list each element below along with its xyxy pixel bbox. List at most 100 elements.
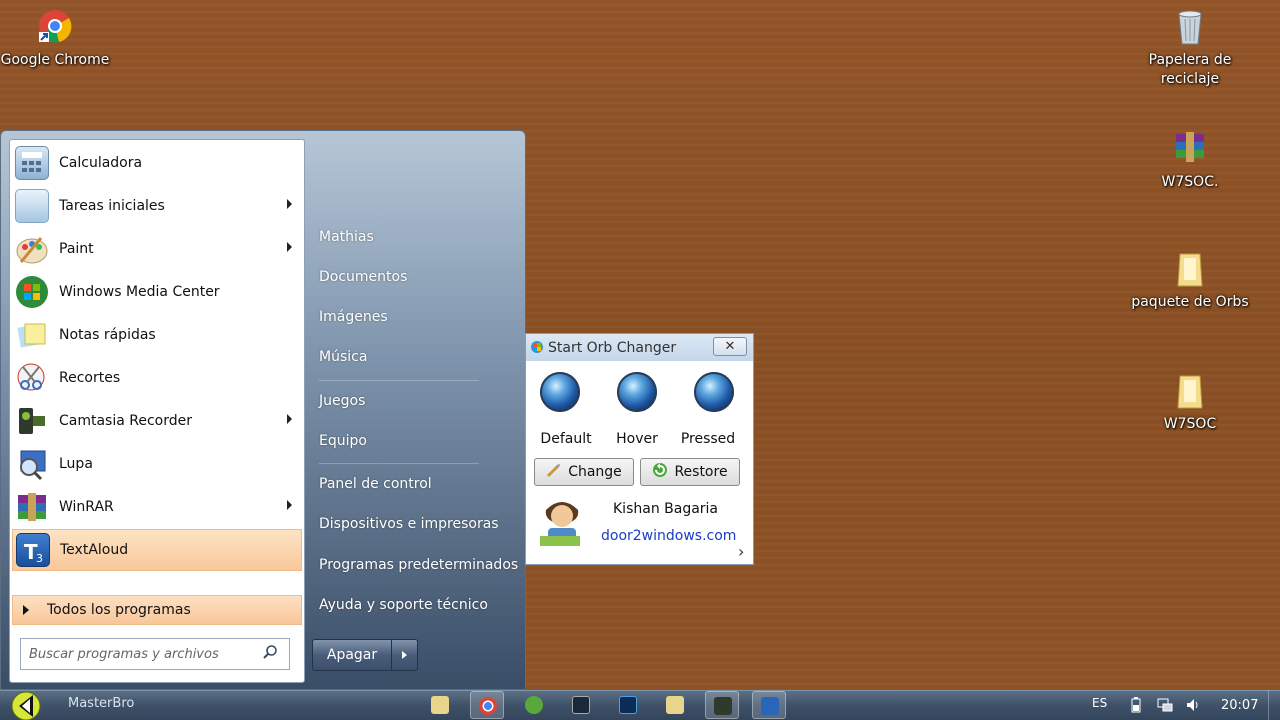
restore-label: Restore xyxy=(674,464,728,480)
restore-button[interactable]: Restore xyxy=(640,458,740,486)
link-juegos[interactable]: Juegos xyxy=(319,393,365,409)
shutdown-options-arrow-icon[interactable] xyxy=(392,639,418,671)
all-programs-label: Todos los programas xyxy=(47,602,191,618)
program-notas-rapidas[interactable]: Notas rápidas xyxy=(12,314,302,356)
orb-hover-preview[interactable] xyxy=(617,372,657,412)
taskbar-folder[interactable] xyxy=(658,691,692,719)
window-titlebar[interactable]: Start Orb Changer ✕ xyxy=(526,334,753,361)
taskbar-textaloud[interactable] xyxy=(752,691,786,719)
link-user-folder[interactable]: Mathias xyxy=(319,229,374,245)
link-equipo[interactable]: Equipo xyxy=(319,433,367,449)
all-programs-button[interactable]: Todos los programas xyxy=(12,595,302,625)
submenu-arrow-icon[interactable] xyxy=(287,199,292,209)
camtasia-icon xyxy=(714,697,732,715)
chrome-icon xyxy=(479,697,497,715)
show-desktop-button[interactable] xyxy=(1268,690,1280,720)
search-icon[interactable] xyxy=(262,644,278,664)
calculator-icon xyxy=(15,146,49,180)
change-button[interactable]: Change xyxy=(534,458,634,486)
desktop-icon-paquete-orbs[interactable]: paquete de Orbs xyxy=(1130,250,1250,312)
program-label: Tareas iniciales xyxy=(59,198,165,214)
textaloud-icon: T3 xyxy=(16,533,50,567)
shutdown-button[interactable]: Apagar xyxy=(312,639,392,671)
camtasia-icon xyxy=(15,404,49,438)
orb-default-preview[interactable] xyxy=(540,372,580,412)
taskbar-camtasia[interactable] xyxy=(705,691,739,719)
start-menu: Calculadora Tareas iniciales Paint Windo… xyxy=(0,130,526,690)
link-dispositivos-impresoras[interactable]: Dispositivos e impresoras xyxy=(319,516,499,532)
getting-started-icon xyxy=(15,189,49,223)
program-paint[interactable]: Paint xyxy=(12,228,302,270)
taskbar-utorrent[interactable] xyxy=(517,691,551,719)
photoshop-icon xyxy=(619,696,637,714)
folder-icon xyxy=(1172,372,1208,412)
recycle-bin-icon xyxy=(1172,8,1208,48)
start-button[interactable] xyxy=(6,686,46,720)
program-lupa[interactable]: Lupa xyxy=(12,443,302,485)
taskbar-steam[interactable] xyxy=(564,691,598,719)
program-winrar[interactable]: WinRAR xyxy=(12,486,302,528)
winrar-icon xyxy=(15,490,49,524)
network-icon[interactable] xyxy=(1157,697,1173,713)
desktop-icon-w7soc-folder[interactable]: W7SOC xyxy=(1130,372,1250,434)
steam-icon xyxy=(572,696,590,714)
program-recortes[interactable]: Recortes xyxy=(12,357,302,399)
textaloud-icon xyxy=(761,697,779,715)
desktop-icon-label: W7SOC. xyxy=(1161,174,1219,190)
submenu-arrow-icon[interactable] xyxy=(287,500,292,510)
link-imagenes[interactable]: Imágenes xyxy=(319,309,388,325)
program-label: Lupa xyxy=(59,456,93,472)
program-tareas-iniciales[interactable]: Tareas iniciales xyxy=(12,185,302,227)
taskbar-username: MasterBro xyxy=(68,696,135,711)
media-center-icon xyxy=(15,275,49,309)
app-icon xyxy=(530,340,544,358)
submenu-arrow-icon[interactable] xyxy=(287,242,292,252)
window-title: Start Orb Changer xyxy=(548,339,677,356)
chrome-icon xyxy=(37,8,73,48)
program-calculadora[interactable]: Calculadora xyxy=(12,142,302,184)
taskbar-chrome[interactable] xyxy=(470,691,504,719)
taskbar-explorer[interactable] xyxy=(423,691,457,719)
paint-icon xyxy=(15,232,49,266)
program-label: Camtasia Recorder xyxy=(59,413,193,429)
program-textaloud[interactable]: T3 TextAloud xyxy=(12,529,302,571)
explorer-icon xyxy=(431,696,449,714)
desktop-icon-w7soc-archive[interactable]: W7SOC. xyxy=(1130,130,1250,192)
magnifier-icon xyxy=(15,447,49,481)
chevron-right-icon[interactable]: › xyxy=(738,542,744,561)
close-button[interactable]: ✕ xyxy=(713,337,747,356)
submenu-arrow-icon[interactable] xyxy=(287,414,292,424)
language-indicator[interactable]: ES xyxy=(1092,696,1107,710)
link-documentos[interactable]: Documentos xyxy=(319,269,407,285)
folder-icon xyxy=(1172,250,1208,290)
start-menu-programs-pane: Calculadora Tareas iniciales Paint Windo… xyxy=(9,139,305,683)
snipping-tool-icon xyxy=(15,361,49,395)
volume-icon[interactable] xyxy=(1185,697,1199,713)
search-box[interactable] xyxy=(20,638,290,670)
link-ayuda-soporte[interactable]: Ayuda y soporte técnico xyxy=(319,597,488,613)
link-musica[interactable]: Música xyxy=(319,349,367,365)
author-website-link[interactable]: door2windows.com xyxy=(601,528,736,544)
search-input[interactable] xyxy=(29,646,254,662)
restore-icon xyxy=(652,462,668,482)
author-avatar xyxy=(536,492,588,552)
label-hover: Hover xyxy=(616,431,658,447)
desktop-icon-chrome[interactable]: Google Chrome xyxy=(0,8,115,70)
taskbar-clock[interactable]: 20:07 xyxy=(1221,698,1258,713)
desktop-icon-recycle-bin[interactable]: Papelera de reciclaje xyxy=(1130,8,1250,89)
program-camtasia-recorder[interactable]: Camtasia Recorder xyxy=(12,400,302,442)
desktop-icon-label: paquete de Orbs xyxy=(1131,294,1249,310)
program-label: Recortes xyxy=(59,370,121,386)
utorrent-icon xyxy=(525,696,543,714)
link-programas-predeterminados[interactable]: Programas predeterminados xyxy=(319,557,518,573)
link-panel-de-control[interactable]: Panel de control xyxy=(319,476,432,492)
orb-changer-window: Start Orb Changer ✕ Default Hover Presse… xyxy=(525,333,754,565)
sticky-notes-icon xyxy=(15,318,49,352)
battery-icon[interactable] xyxy=(1129,697,1143,713)
program-label: Calculadora xyxy=(59,155,143,171)
taskbar-photoshop[interactable] xyxy=(611,691,645,719)
program-label: Notas rápidas xyxy=(59,327,156,343)
program-label: Windows Media Center xyxy=(59,284,220,300)
program-windows-media-center[interactable]: Windows Media Center xyxy=(12,271,302,313)
orb-pressed-preview[interactable] xyxy=(694,372,734,412)
